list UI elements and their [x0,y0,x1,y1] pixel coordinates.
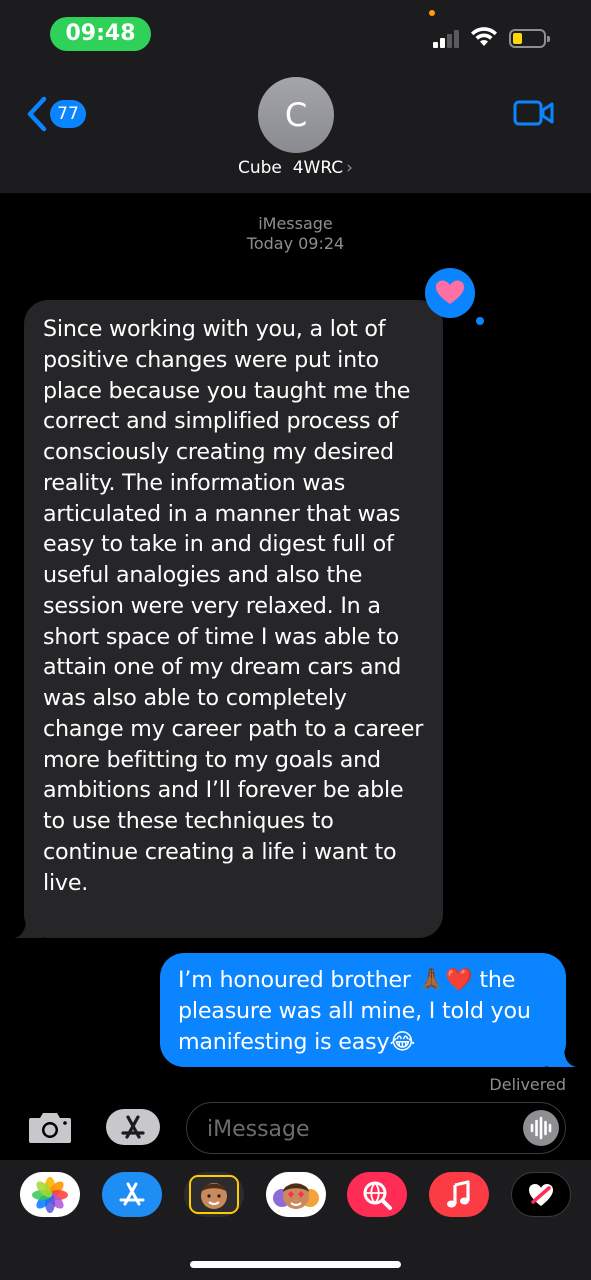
app-store-icon[interactable] [102,1172,162,1217]
privacy-indicator-dot [429,10,435,16]
memoji-face-icon [189,1175,239,1214]
received-message-bubble[interactable]: Since working with you, a lot of positiv… [14,300,443,938]
message-timestamp: Today 09:24 [246,234,345,253]
sent-text-part1: I’m honoured brother [178,967,418,993]
status-time[interactable]: 09:48 [50,17,151,51]
memoji-sticker-glyph [273,1183,319,1209]
audio-message-button[interactable] [523,1110,559,1146]
app-drawer-button[interactable] [106,1109,160,1145]
waveform-icon [530,1116,552,1140]
images-search-icon[interactable] [347,1172,407,1217]
bubble-tail [548,1047,576,1067]
memoji-icon[interactable] [184,1172,244,1217]
sent-message-bubble[interactable]: I’m honoured brother 🙏🏾❤️ the pleasure w… [160,953,576,1067]
sent-message-text: I’m honoured brother 🙏🏾❤️ the pleasure w… [178,965,550,1057]
delivery-status: Delivered [489,1075,566,1094]
heart-icon [436,280,464,304]
app-store-glyph [119,1182,145,1205]
contact-name-label: Cube 4WRC [238,158,344,178]
received-message-text: Since working with you, a lot of positiv… [43,316,424,896]
service-label: iMessage [258,214,333,233]
wifi-icon [471,27,497,46]
back-button[interactable]: 77 [22,95,86,133]
conversation-meta: iMessage Today 09:24 [0,214,591,254]
memoji-stickers-icon[interactable] [266,1172,326,1217]
contact-avatar[interactable]: C [258,77,334,153]
photos-app-icon[interactable] [20,1172,80,1217]
facetime-video-icon[interactable] [513,99,555,127]
tapback-reaction[interactable] [425,268,484,325]
globe-search-glyph [363,1181,392,1210]
music-icon[interactable] [429,1172,489,1217]
app-store-icon [121,1115,145,1139]
digital-touch-icon[interactable] [511,1172,571,1217]
home-indicator[interactable] [190,1261,401,1268]
camera-icon[interactable] [27,1109,73,1145]
photos-flower-icon [32,1176,68,1213]
message-input-field[interactable] [186,1102,566,1154]
unread-count-badge: 77 [50,100,86,128]
battery-icon [509,29,550,48]
bubble-tail [14,918,42,938]
music-note-glyph [447,1179,470,1207]
cellular-signal-icon [433,30,463,48]
chevron-right-icon: › [346,158,353,178]
laughing-emoji: 😂 [389,1028,416,1055]
contact-name[interactable]: Cube 4WRC › [0,158,591,178]
conversation-header: 09:48 77 C Cube 4WRC › [0,0,591,193]
message-input[interactable] [205,1113,509,1145]
prayer-heart-emoji: 🙏🏾❤️ [417,967,473,993]
digital-touch-heart-glyph [529,1183,553,1206]
